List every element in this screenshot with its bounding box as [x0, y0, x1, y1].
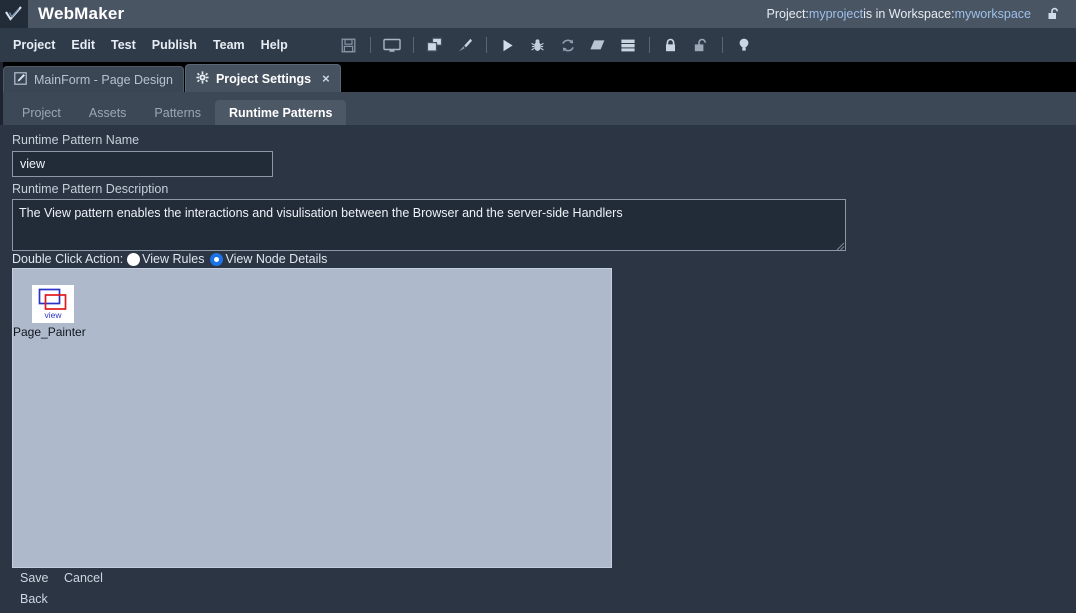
toolbar-separator	[648, 37, 650, 53]
app-title: WebMaker	[38, 4, 125, 23]
unlock-icon[interactable]	[1047, 7, 1062, 21]
gear-icon	[196, 70, 209, 87]
menu-items: Project Edit Test Publish Team Help	[0, 35, 296, 55]
subtab-patterns[interactable]: Patterns	[140, 100, 215, 125]
tab-project-settings[interactable]: Project Settings ×	[184, 64, 341, 92]
menu-item-publish[interactable]: Publish	[144, 35, 205, 55]
form-actions-row2: Back	[20, 592, 60, 606]
cancel-button[interactable]: Cancel	[64, 571, 103, 585]
runtime-pattern-description-label: Runtime Pattern Description	[12, 182, 169, 196]
windows-copy-icon[interactable]	[422, 33, 448, 57]
radio-view-node-details[interactable]	[210, 252, 224, 266]
toolbar-separator	[485, 37, 487, 53]
lightbulb-icon[interactable]	[731, 33, 757, 57]
radio-view-rules-label: View Rules	[142, 252, 205, 266]
status-middle: is in Workspace:	[863, 7, 955, 21]
toolbar-separator	[369, 37, 371, 53]
subtab-assets[interactable]: Assets	[75, 100, 141, 125]
menu-item-project[interactable]: Project	[5, 35, 63, 55]
settings-subtab-bar: Project Assets Patterns Runtime Patterns	[0, 92, 1076, 126]
editor-tab-strip: MainForm - Page Design Project Settings …	[0, 62, 1076, 92]
diagram-node-page-painter[interactable]: view Page_Painter	[13, 285, 99, 339]
runtime-pattern-description-textarea[interactable]	[12, 199, 846, 251]
double-click-action-row: Double Click Action: View Rules View Nod…	[12, 252, 333, 266]
menu-bar: Project Edit Test Publish Team Help	[0, 28, 1076, 62]
menu-item-edit[interactable]: Edit	[63, 35, 103, 55]
project-name: myproject	[808, 7, 864, 21]
play-icon[interactable]	[495, 33, 521, 57]
radio-view-rules[interactable]	[127, 252, 141, 266]
checkmark-logo-icon	[0, 0, 28, 28]
status-prefix: Project:	[766, 7, 809, 21]
bug-icon[interactable]	[525, 33, 551, 57]
menu-item-help[interactable]: Help	[253, 35, 296, 55]
database-icon[interactable]	[615, 33, 641, 57]
runtime-pattern-name-label: Runtime Pattern Name	[12, 133, 140, 147]
workspace-status: Project: myproject is in Workspace: mywo…	[767, 7, 1076, 21]
close-icon[interactable]: ×	[322, 71, 330, 86]
double-click-action-label: Double Click Action:	[12, 252, 124, 266]
workspace-name: myworkspace	[954, 7, 1031, 21]
toolbar-separator	[412, 37, 414, 53]
diagram-node-label: Page_Painter	[13, 325, 86, 339]
subtab-runtime-patterns[interactable]: Runtime Patterns	[214, 100, 347, 125]
form-actions-row1: Save Cancel	[20, 571, 115, 585]
node-icon-caption: view	[44, 310, 62, 320]
refresh-icon[interactable]	[555, 33, 581, 57]
runtime-pattern-name-input[interactable]	[12, 151, 273, 177]
paintbrush-icon[interactable]	[452, 33, 478, 57]
toolbar-separator	[721, 37, 723, 53]
view-pattern-node-icon[interactable]: view	[32, 285, 74, 323]
menu-item-team[interactable]: Team	[205, 35, 253, 55]
tab-mainform-page-design[interactable]: MainForm - Page Design	[3, 66, 184, 92]
subtab-project[interactable]: Project	[8, 100, 75, 125]
lock-open-icon[interactable]	[688, 33, 714, 57]
monitor-icon[interactable]	[379, 33, 405, 57]
pencil-edit-icon	[14, 71, 27, 88]
save-icon[interactable]	[336, 33, 362, 57]
toolbar	[334, 33, 759, 57]
save-button[interactable]: Save	[20, 571, 49, 585]
menu-item-test[interactable]: Test	[103, 35, 144, 55]
lock-closed-icon[interactable]	[658, 33, 684, 57]
runtime-patterns-panel: Runtime Pattern Name Runtime Pattern Des…	[0, 125, 1076, 613]
title-bar: WebMaker Project: myproject is in Worksp…	[0, 0, 1076, 28]
tab-label: Project Settings	[215, 71, 312, 86]
tab-label: MainForm - Page Design	[34, 72, 173, 87]
eraser-icon[interactable]	[585, 33, 611, 57]
back-button[interactable]: Back	[20, 592, 48, 606]
radio-view-node-details-label: View Node Details	[225, 252, 328, 266]
pattern-diagram-canvas[interactable]: view Page_Painter	[12, 268, 612, 568]
application-window: WebMaker Project: myproject is in Worksp…	[0, 0, 1076, 613]
